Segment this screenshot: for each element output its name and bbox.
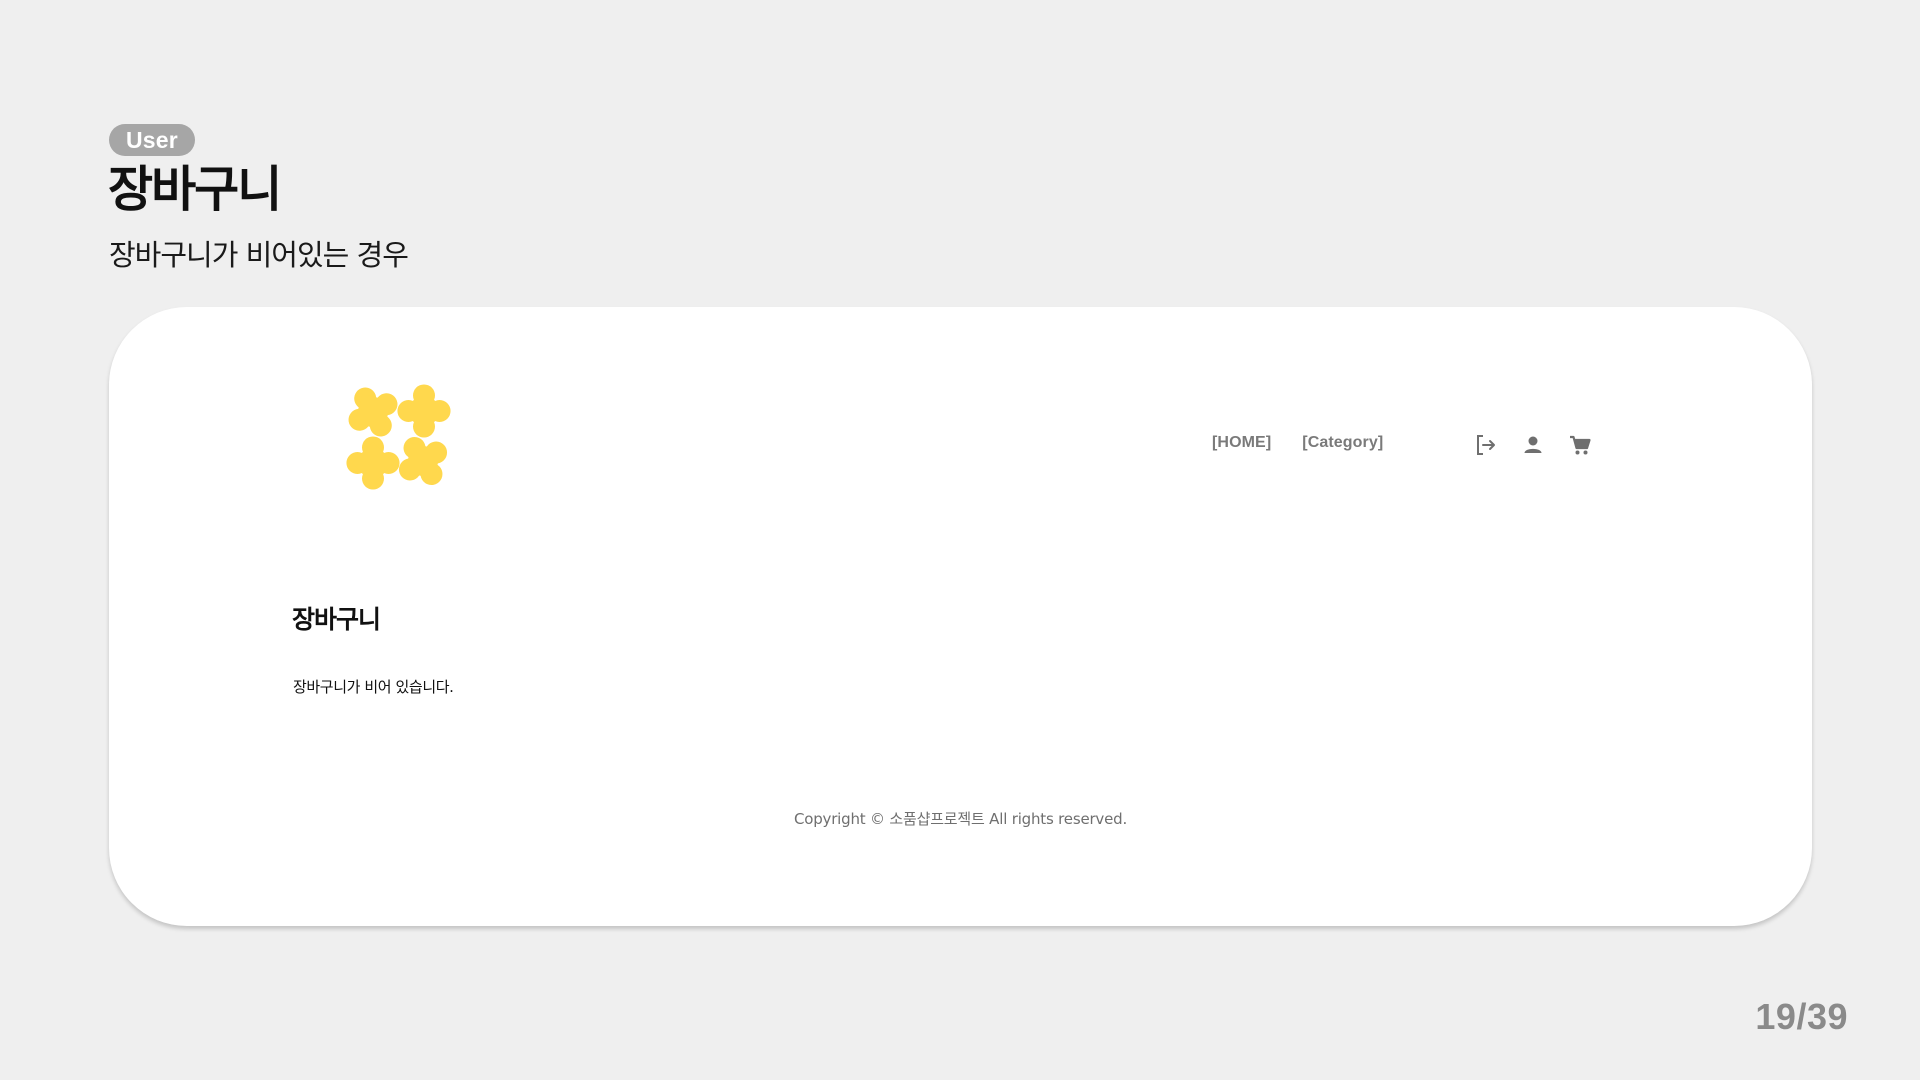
footer-copyright: Copyright © 소품샵프로젝트 All rights reserved. <box>793 810 1128 828</box>
top-nav: [HOME] [Category] <box>1212 434 1383 452</box>
cart-icon[interactable] <box>1567 432 1593 458</box>
logout-icon[interactable] <box>1473 432 1499 458</box>
page-subtitle: 장바구니가 비어있는 경우 <box>109 238 409 272</box>
mockup-card: [HOME] [Category] 장바구니 장바구니가 비어 있습니다. Co… <box>109 307 1812 926</box>
nav-category-link[interactable]: [Category] <box>1302 434 1383 452</box>
user-icon[interactable] <box>1520 432 1546 458</box>
cart-heading: 장바구니 <box>292 605 381 634</box>
role-badge: User <box>109 124 195 156</box>
nav-home-link[interactable]: [HOME] <box>1212 434 1271 452</box>
header-icons <box>1473 432 1593 458</box>
cart-empty-message: 장바구니가 비어 있습니다. <box>293 678 454 696</box>
page-title: 장바구니 <box>108 161 282 218</box>
clover-logo-icon[interactable] <box>345 384 455 494</box>
page-number: 19/39 <box>1755 996 1848 1037</box>
